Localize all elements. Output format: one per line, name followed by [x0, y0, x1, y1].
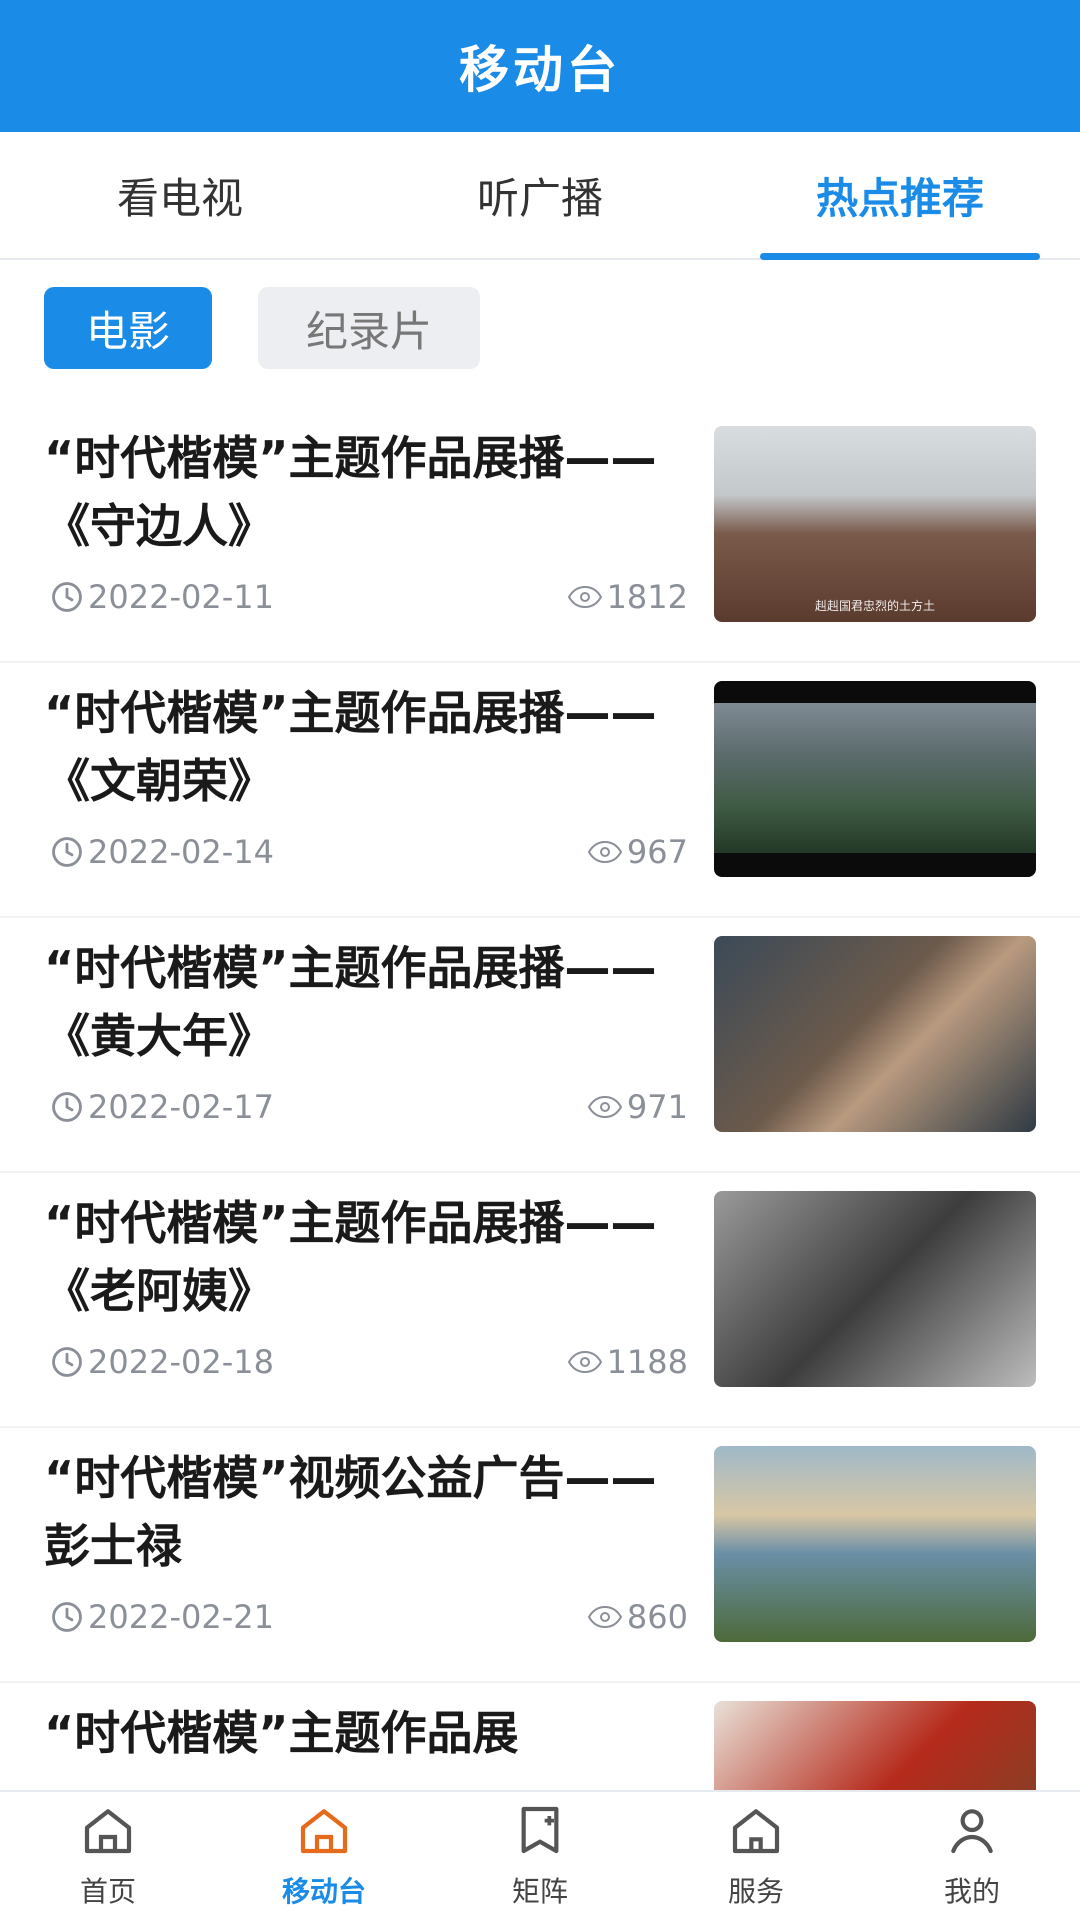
- eye-icon: [567, 585, 603, 609]
- item-title[interactable]: “时代楷模”主题作品展播——《黄大年》: [44, 934, 674, 1070]
- view-count: 971: [626, 1088, 688, 1126]
- view-count: 967: [626, 833, 688, 871]
- video-thumbnail[interactable]: [714, 1446, 1036, 1642]
- views-group: 1188: [567, 1343, 688, 1381]
- clock-icon: [50, 1090, 84, 1124]
- nav-mine[interactable]: 我的: [864, 1792, 1080, 1920]
- item-title[interactable]: “时代楷模”主题作品展播——《守边人》: [44, 424, 674, 560]
- nav-label: 服务: [727, 1875, 784, 1908]
- item-title[interactable]: “时代楷模”主题作品展播——《老阿姨》: [44, 1189, 674, 1325]
- video-thumbnail[interactable]: [714, 1191, 1036, 1387]
- list-item[interactable]: “时代楷模”视频公益广告——彭士禄 2022-02-21 860: [0, 1428, 1080, 1683]
- category-chips: 电影 纪录片: [44, 287, 480, 369]
- views-group: 1812: [567, 578, 688, 616]
- item-title[interactable]: “时代楷模”主题作品展播——《文朝荣》: [44, 679, 674, 815]
- clock-icon: [50, 1600, 84, 1634]
- video-list: “时代楷模”主题作品展播——《守边人》 2022-02-11 1812 赳赳国君…: [0, 408, 1080, 1920]
- eye-icon: [587, 1605, 623, 1629]
- tab-watch-tv[interactable]: 看电视: [0, 132, 360, 258]
- eye-icon: [587, 840, 623, 864]
- matrix-icon: [512, 1802, 568, 1862]
- page-title: 移动台: [459, 41, 621, 99]
- date-group: 2022-02-11: [50, 578, 274, 616]
- video-thumbnail[interactable]: 赳赳国君忠烈的土方土: [714, 426, 1036, 622]
- item-title[interactable]: “时代楷模”视频公益广告——彭士禄: [44, 1444, 674, 1580]
- view-count: 1812: [606, 578, 688, 616]
- thumbnail-image: [714, 703, 1036, 853]
- nav-label: 首页: [79, 1875, 136, 1908]
- nav-home[interactable]: 首页: [0, 1792, 216, 1920]
- clock-icon: [50, 580, 84, 614]
- home-icon: [80, 1802, 136, 1862]
- publish-date: 2022-02-21: [88, 1598, 274, 1636]
- views-group: 971: [587, 1088, 688, 1126]
- list-item[interactable]: “时代楷模”主题作品展播——《老阿姨》 2022-02-18 1188: [0, 1173, 1080, 1428]
- list-item[interactable]: “时代楷模”主题作品展播——《黄大年》 2022-02-17 971: [0, 918, 1080, 1173]
- chip-movie[interactable]: 电影: [44, 287, 212, 369]
- date-group: 2022-02-17: [50, 1088, 274, 1126]
- publish-date: 2022-02-14: [88, 833, 274, 871]
- item-meta: 2022-02-11 1812: [50, 578, 688, 616]
- date-group: 2022-02-14: [50, 833, 274, 871]
- video-thumbnail[interactable]: [714, 681, 1036, 877]
- item-meta: 2022-02-18 1188: [50, 1343, 688, 1381]
- header-bar: 移动台: [0, 0, 1080, 132]
- mobile-station-icon: [296, 1802, 352, 1862]
- views-group: 967: [587, 833, 688, 871]
- date-group: 2022-02-18: [50, 1343, 274, 1381]
- publish-date: 2022-02-17: [88, 1088, 274, 1126]
- eye-icon: [587, 1095, 623, 1119]
- chip-documentary[interactable]: 纪录片: [258, 287, 480, 369]
- bottom-navigation: 首页 移动台 矩阵 服务 我的: [0, 1790, 1080, 1920]
- item-meta: 2022-02-14 967: [50, 833, 688, 871]
- nav-matrix[interactable]: 矩阵: [432, 1792, 648, 1920]
- item-title[interactable]: “时代楷模”主题作品展: [44, 1699, 674, 1767]
- views-group: 860: [587, 1598, 688, 1636]
- nav-label: 矩阵: [511, 1875, 568, 1908]
- user-icon: [944, 1802, 1000, 1862]
- publish-date: 2022-02-11: [88, 578, 274, 616]
- clock-icon: [50, 1345, 84, 1379]
- tab-hot-recommend[interactable]: 热点推荐: [720, 132, 1080, 258]
- nav-label: 移动台: [281, 1875, 366, 1908]
- eye-icon: [567, 1350, 603, 1374]
- nav-service[interactable]: 服务: [648, 1792, 864, 1920]
- view-count: 860: [626, 1598, 688, 1636]
- service-icon: [728, 1802, 784, 1862]
- nav-mobile-station[interactable]: 移动台: [216, 1792, 432, 1920]
- list-item[interactable]: “时代楷模”主题作品展播——《文朝荣》 2022-02-14 967: [0, 663, 1080, 918]
- tab-listen-radio[interactable]: 听广播: [360, 132, 720, 258]
- video-thumbnail[interactable]: [714, 936, 1036, 1132]
- top-tabs: 看电视 听广播 热点推荐: [0, 132, 1080, 260]
- date-group: 2022-02-21: [50, 1598, 274, 1636]
- nav-label: 我的: [943, 1875, 1000, 1908]
- clock-icon: [50, 835, 84, 869]
- item-meta: 2022-02-21 860: [50, 1598, 688, 1636]
- list-item[interactable]: “时代楷模”主题作品展播——《守边人》 2022-02-11 1812 赳赳国君…: [0, 408, 1080, 663]
- item-meta: 2022-02-17 971: [50, 1088, 688, 1126]
- thumbnail-caption: 赳赳国君忠烈的土方土: [814, 599, 935, 613]
- publish-date: 2022-02-18: [88, 1343, 274, 1381]
- view-count: 1188: [606, 1343, 688, 1381]
